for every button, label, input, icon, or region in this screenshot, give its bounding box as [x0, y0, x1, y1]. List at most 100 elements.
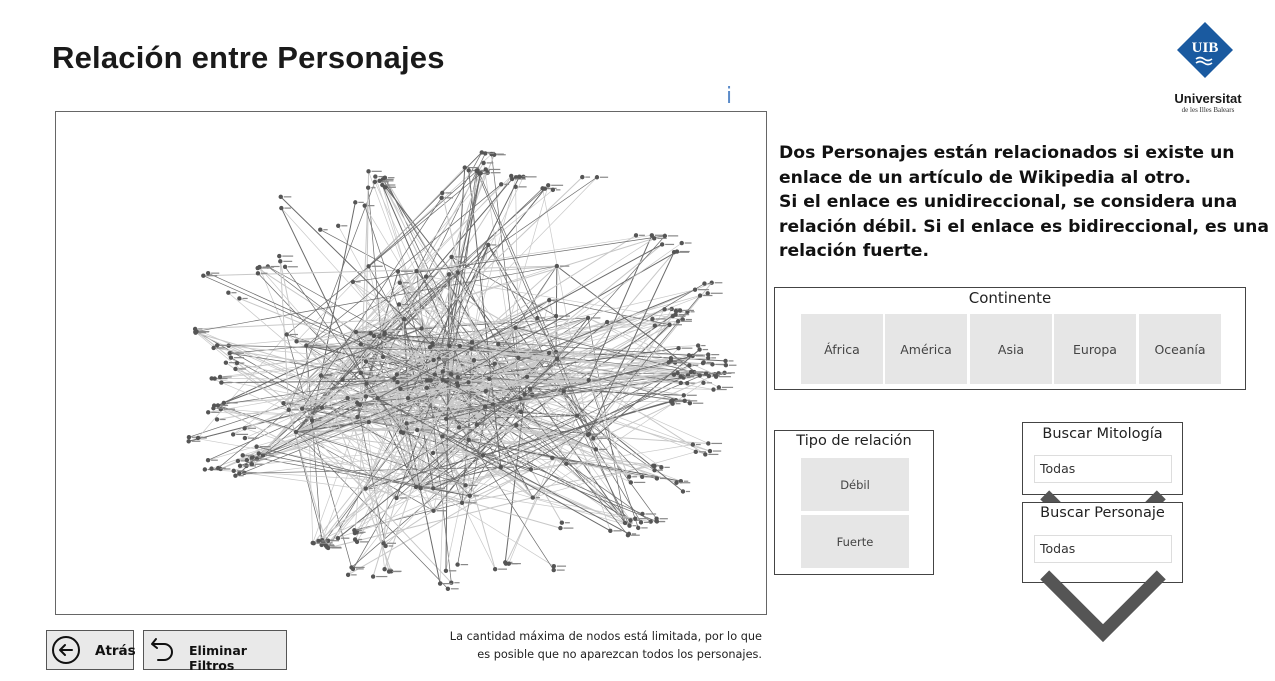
graph-node[interactable] [281, 400, 286, 406]
graph-node[interactable] [513, 325, 518, 330]
continent-option-europa[interactable]: Europa [1054, 314, 1136, 384]
graph-node[interactable] [471, 358, 477, 363]
graph-node[interactable] [431, 508, 436, 513]
graph-node[interactable] [440, 369, 445, 374]
graph-node[interactable] [559, 520, 565, 525]
graph-node[interactable] [440, 190, 445, 196]
graph-node[interactable] [467, 493, 472, 499]
graph-node[interactable] [659, 242, 665, 247]
graph-node[interactable] [712, 372, 718, 377]
graph-node[interactable] [650, 316, 655, 322]
graph-node[interactable] [580, 174, 585, 180]
graph-node[interactable] [218, 406, 224, 412]
graph-node[interactable] [254, 444, 259, 449]
graph-node[interactable] [648, 519, 653, 524]
graph-node[interactable] [709, 280, 714, 285]
graph-node[interactable] [380, 182, 385, 188]
graph-node[interactable] [535, 315, 540, 321]
continent-option-oceania[interactable]: Oceanía [1139, 314, 1221, 384]
graph-node[interactable] [242, 435, 248, 441]
graph-node[interactable] [702, 281, 707, 286]
graph-node[interactable] [293, 429, 299, 435]
graph-node[interactable] [423, 274, 429, 279]
graph-node[interactable] [424, 385, 430, 391]
graph-node[interactable] [418, 486, 423, 491]
graph-node[interactable] [687, 401, 693, 406]
graph-node[interactable] [703, 452, 708, 457]
graph-node[interactable] [345, 572, 351, 578]
graph-node[interactable] [428, 378, 433, 383]
graph-node[interactable] [551, 563, 557, 569]
graph-node[interactable] [414, 268, 419, 274]
graph-node[interactable] [353, 329, 359, 335]
graph-node[interactable] [638, 520, 644, 525]
continent-option-africa[interactable]: África [801, 314, 883, 384]
graph-node[interactable] [682, 398, 687, 404]
graph-node[interactable] [382, 332, 387, 337]
graph-node[interactable] [462, 165, 468, 170]
graph-node[interactable] [354, 539, 360, 545]
graph-node[interactable] [496, 341, 501, 347]
graph-node[interactable] [707, 448, 713, 454]
graph-node[interactable] [654, 519, 660, 524]
graph-node[interactable] [693, 449, 698, 455]
graph-node[interactable] [427, 344, 433, 350]
graph-node[interactable] [679, 240, 684, 246]
graph-node[interactable] [678, 380, 684, 386]
graph-node[interactable] [478, 171, 483, 176]
graph-node[interactable] [697, 347, 702, 352]
graph-node[interactable] [680, 489, 686, 494]
graph-node[interactable] [700, 360, 706, 366]
graph-node[interactable] [320, 537, 325, 543]
graph-node[interactable] [701, 380, 706, 386]
graph-node[interactable] [561, 389, 566, 394]
graph-node[interactable] [530, 495, 535, 500]
graph-node[interactable] [651, 463, 656, 468]
graph-node[interactable] [622, 520, 628, 526]
graph-node[interactable] [674, 249, 680, 254]
mythology-dropdown[interactable]: Todas [1034, 455, 1172, 563]
graph-node[interactable] [662, 307, 667, 312]
graph-node[interactable] [249, 462, 255, 467]
graph-node[interactable] [370, 574, 376, 579]
graph-node[interactable] [372, 179, 378, 185]
graph-node[interactable] [382, 175, 388, 180]
graph-node[interactable] [492, 361, 497, 366]
graph-node[interactable] [625, 533, 631, 538]
graph-node[interactable] [439, 195, 444, 201]
graph-node[interactable] [366, 419, 372, 425]
graph-node[interactable] [466, 168, 471, 173]
graph-node[interactable] [336, 223, 341, 229]
graph-node[interactable] [284, 332, 289, 337]
graph-node[interactable] [365, 185, 371, 190]
graph-node[interactable] [678, 374, 683, 379]
graph-node[interactable] [586, 431, 592, 437]
graph-node[interactable] [244, 457, 250, 463]
graph-node[interactable] [483, 388, 489, 394]
graph-node[interactable] [419, 326, 424, 331]
graph-node[interactable] [242, 426, 247, 431]
graph-node[interactable] [457, 343, 463, 349]
graph-node[interactable] [711, 387, 716, 392]
graph-node[interactable] [205, 270, 211, 276]
graph-node[interactable] [233, 366, 238, 372]
graph-node[interactable] [706, 355, 711, 361]
graph-node[interactable] [430, 450, 436, 456]
graph-node[interactable] [542, 186, 548, 191]
graph-node[interactable] [688, 369, 694, 375]
graph-node[interactable] [481, 160, 486, 166]
graph-node[interactable] [352, 530, 358, 536]
graph-node[interactable] [633, 233, 639, 238]
graph-node[interactable] [286, 407, 291, 413]
graph-node[interactable] [368, 331, 373, 336]
graph-node[interactable] [228, 355, 234, 360]
graph-node[interactable] [237, 296, 242, 301]
graph-node[interactable] [456, 425, 462, 430]
graph-node[interactable] [445, 586, 451, 591]
graph-node[interactable] [652, 323, 658, 328]
graph-node[interactable] [675, 319, 681, 324]
graph-node[interactable] [697, 293, 703, 298]
graph-node[interactable] [703, 371, 709, 376]
network-graph-canvas[interactable] [56, 112, 766, 614]
graph-node[interactable] [215, 403, 221, 408]
